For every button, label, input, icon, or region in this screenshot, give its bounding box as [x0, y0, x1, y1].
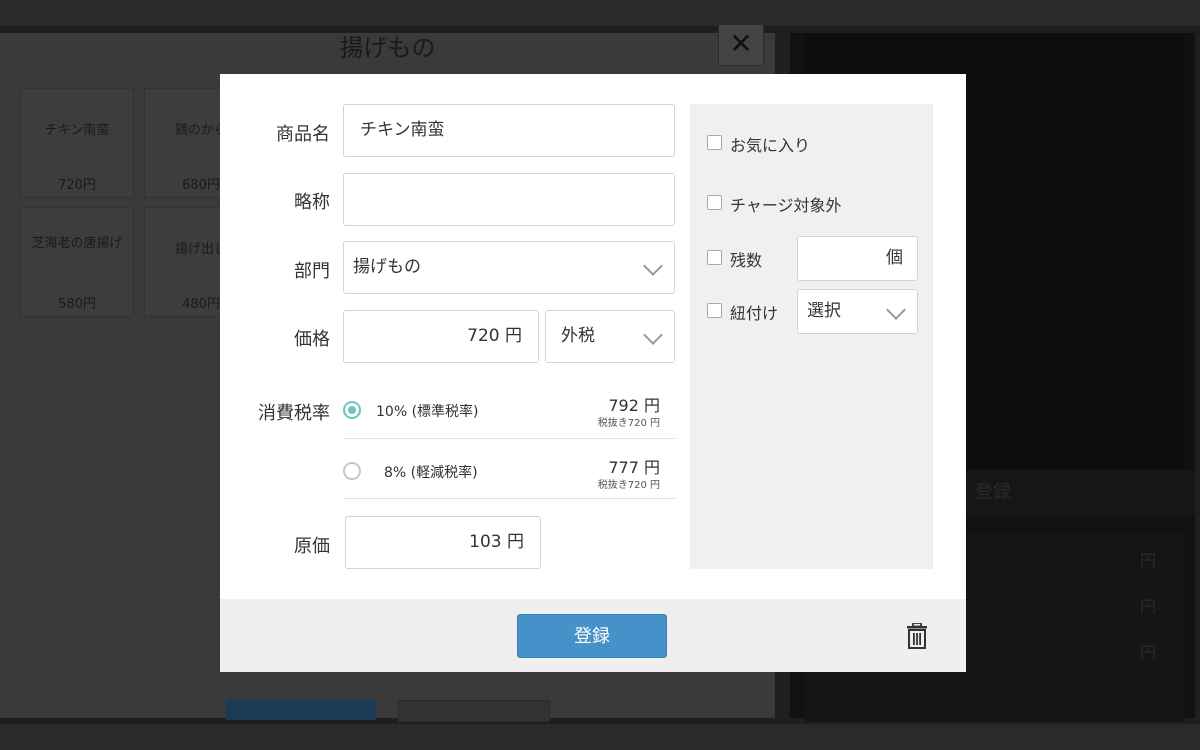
- stock-label: 残数: [730, 251, 763, 270]
- tile-price: 580円: [58, 297, 96, 312]
- stock-field[interactable]: 個: [797, 236, 918, 281]
- chevron-down-icon: [643, 256, 663, 276]
- favorite-checkbox[interactable]: [707, 135, 722, 150]
- background-close-icon: ✕: [718, 24, 764, 66]
- link-select-value: 選択: [807, 301, 841, 321]
- link-label: 紐付け: [730, 304, 779, 323]
- chevron-down-icon: [643, 325, 663, 345]
- tax-rate-label: 消費税率: [258, 403, 330, 424]
- background-product-tile: 芝海老の唐揚げ 580円: [20, 207, 134, 317]
- favorite-label: お気に入り: [730, 136, 811, 155]
- tile-price: 720円: [58, 178, 96, 193]
- background-blue-button: [226, 700, 376, 720]
- trash-icon[interactable]: [906, 623, 928, 649]
- cost-label: 原価: [294, 536, 330, 557]
- register-button[interactable]: 登録: [517, 614, 667, 658]
- tax-rate-10-subtotal: 税抜き720 円: [597, 418, 660, 429]
- background-register-button: 登録: [965, 470, 1195, 516]
- divider: [343, 438, 675, 439]
- background-yen: 円: [1140, 643, 1157, 662]
- tax-rate-8-radio[interactable]: [343, 462, 361, 480]
- bottom-bar: [0, 724, 1200, 750]
- chevron-down-icon: [886, 300, 906, 320]
- tax-rate-10-price: 792 円: [608, 396, 660, 415]
- background-product-tile: チキン南蛮 720円: [20, 88, 134, 198]
- background-yen: 円: [1140, 597, 1157, 616]
- link-checkbox[interactable]: [707, 303, 722, 318]
- tile-name: 芝海老の唐揚げ: [31, 236, 123, 251]
- tile-name: チキン南蛮: [44, 123, 110, 138]
- department-label: 部門: [294, 261, 330, 282]
- dialog-footer: 登録: [220, 599, 966, 672]
- short-name-field[interactable]: [343, 173, 675, 226]
- product-name-label: 商品名: [276, 124, 330, 145]
- cost-field[interactable]: 103 円: [345, 516, 541, 569]
- department-select[interactable]: 揚げもの: [343, 241, 675, 294]
- no-charge-label: チャージ対象外: [730, 196, 842, 215]
- price-label: 価格: [294, 329, 330, 350]
- divider: [343, 498, 675, 499]
- background-yen: 円: [1140, 551, 1157, 570]
- tax-rate-10-label: 10% (標準税率): [376, 404, 479, 420]
- tax-rate-8-label: 8% (軽減税率): [384, 465, 478, 481]
- tax-mode-value: 外税: [561, 326, 595, 346]
- price-field[interactable]: 720 円: [343, 310, 539, 363]
- product-edit-dialog: 商品名 チキン南蛮 略称 部門 揚げもの 価格 720 円 外税 消費税率 10…: [220, 74, 966, 672]
- background-title: 揚げもの: [339, 34, 436, 62]
- tax-mode-select[interactable]: 外税: [545, 310, 675, 363]
- link-select[interactable]: 選択: [797, 289, 918, 334]
- stock-checkbox[interactable]: [707, 250, 722, 265]
- department-value: 揚げもの: [353, 257, 421, 277]
- product-name-field[interactable]: チキン南蛮: [343, 104, 675, 157]
- tax-rate-8-price: 777 円: [608, 458, 660, 477]
- short-name-label: 略称: [294, 192, 330, 213]
- no-charge-checkbox[interactable]: [707, 195, 722, 210]
- top-bar: [0, 0, 1200, 26]
- background-gray-button: [398, 700, 550, 722]
- options-panel: お気に入り チャージ対象外 残数 個 紐付け 選択: [690, 104, 933, 569]
- tax-rate-10-radio[interactable]: [343, 401, 361, 419]
- tax-rate-8-subtotal: 税抜き720 円: [597, 480, 660, 491]
